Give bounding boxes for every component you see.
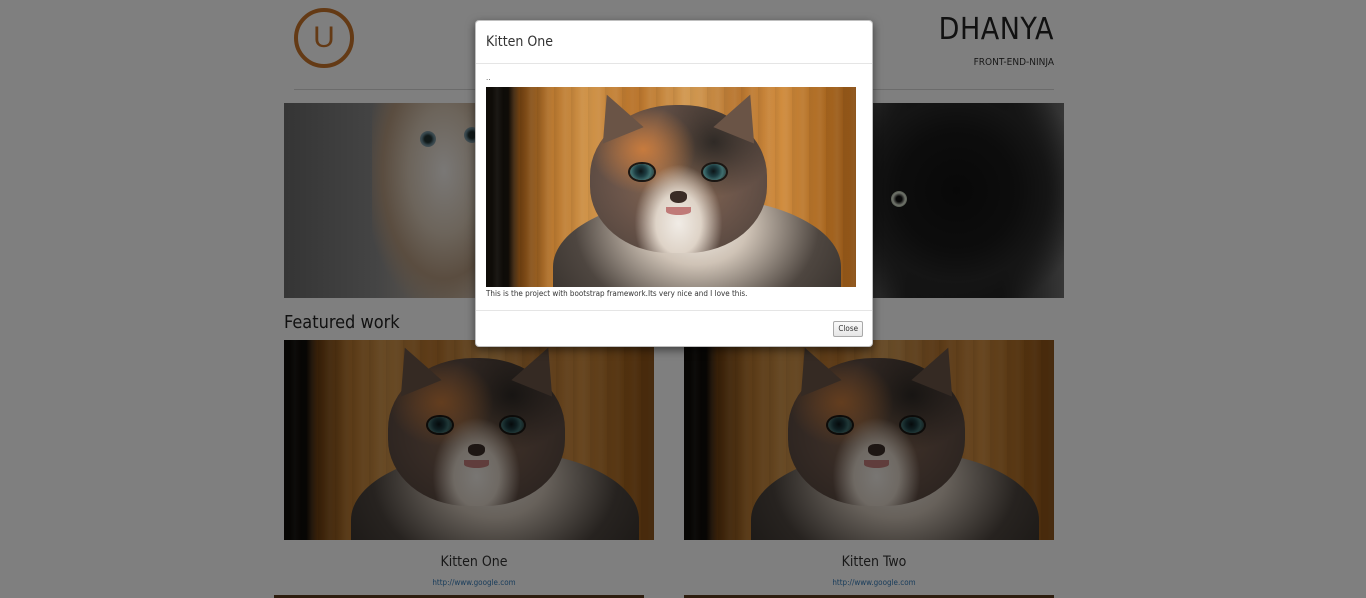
kitten-head [586,87,771,253]
kitten-nose [669,190,688,203]
modal-footer: Close [476,310,872,346]
page: U DHANYA FRONT-END-NINJA Featured work [0,0,1366,598]
modal-header: Kitten One [476,21,872,64]
modal-title: Kitten One [486,34,554,50]
kitten-eye [703,164,727,181]
kitten-eye [630,164,654,181]
close-button[interactable]: Close [833,321,863,337]
modal-description: This is the project with bootstrap frame… [486,289,748,298]
modal-tiny-text: .. [486,73,491,82]
modal-dialog: Kitten One .. This is the project with b… [475,20,873,347]
modal-kitten-image [486,87,856,287]
kitten-mouth [665,207,691,215]
